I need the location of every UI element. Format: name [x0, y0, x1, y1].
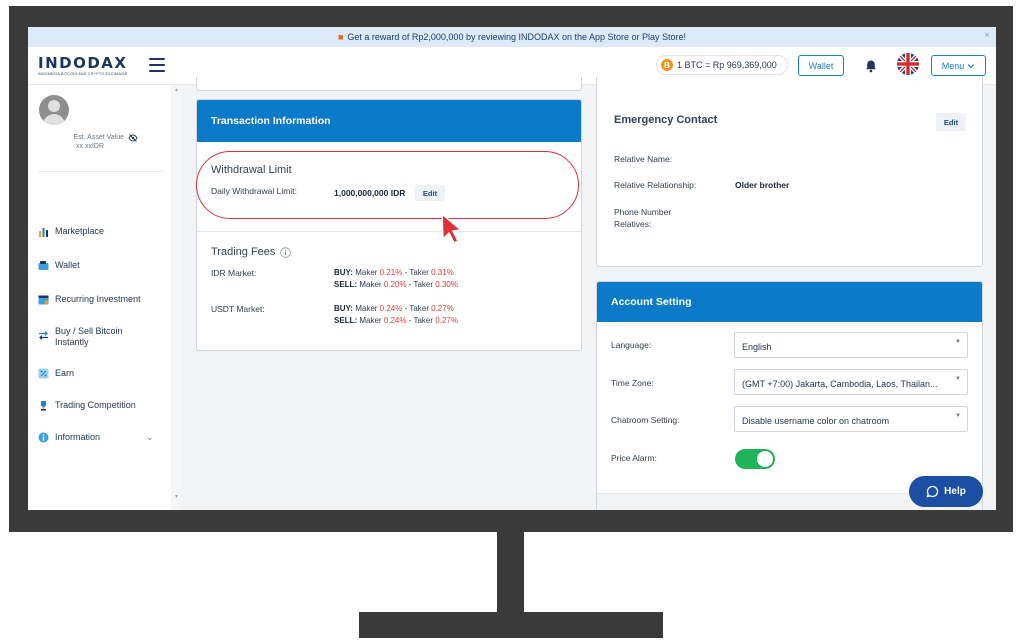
wallet-icon — [38, 261, 49, 270]
monitor-stand-base — [359, 612, 663, 638]
language-value: English — [742, 342, 772, 352]
divider — [197, 231, 581, 232]
sidebar-divider — [38, 171, 164, 172]
main-content: Transaction Information Withdrawal Limit… — [182, 77, 996, 510]
card-title: Transaction Information — [211, 115, 331, 127]
menu-button[interactable]: Menu — [931, 55, 986, 76]
chatroom-setting-select[interactable]: Disable username color on chatroom ▼ — [734, 406, 968, 432]
language-select[interactable]: English ▼ — [734, 332, 968, 358]
chatroom-setting-label: Chatroom Setting: — [611, 415, 680, 425]
trading-fees-title: Trading Fees — [211, 246, 292, 258]
time-zone-label: Time Zone: — [611, 378, 654, 388]
transaction-information-header: Transaction Information — [197, 100, 581, 142]
sidebar-item-buy-sell-bitcoin[interactable]: Buy / Sell Bitcoin Instantly — [38, 326, 168, 348]
sidebar-item-wallet[interactable]: Wallet — [38, 260, 168, 271]
emergency-contact-card: Emergency Contact Edit Relative Name: Re… — [596, 77, 983, 267]
language-label: Language: — [611, 340, 652, 350]
sidebar-item-information[interactable]: Information ⌄ — [38, 432, 168, 443]
avatar[interactable] — [39, 95, 69, 125]
usdt-buy-fees: BUY: Maker 0.24% - Taker 0.27% — [334, 304, 454, 313]
chevron-down-icon[interactable]: ⌄ — [146, 432, 154, 443]
bitcoin-icon: B — [661, 59, 673, 71]
idr-sell-fees: SELL: Maker 0.20% - Taker 0.30% — [334, 280, 458, 289]
idr-market-label: IDR Market: — [211, 268, 257, 278]
promo-bar[interactable]: ■ Get a reward of Rp2,000,000 by reviewi… — [28, 27, 996, 47]
dropdown-arrow-icon: ▼ — [955, 339, 961, 345]
calendar-icon — [38, 295, 49, 305]
promo-text[interactable]: Get a reward of Rp2,000,000 by reviewing… — [347, 32, 686, 42]
scroll-down-icon[interactable]: ▼ — [174, 494, 179, 500]
time-zone-select[interactable]: (GMT +7:00) Jakarta, Cambodia, Laos, Tha… — [734, 369, 968, 395]
idr-buy-fees: BUY: Maker 0.21% - Taker 0.31% — [334, 268, 454, 277]
sidebar-item-earn[interactable]: Earn — [38, 368, 168, 379]
screen: ■ Get a reward of Rp2,000,000 by reviewi… — [28, 27, 996, 510]
edit-emergency-contact-button[interactable]: Edit — [936, 113, 966, 131]
sidebar-item-label: Buy / Sell Bitcoin Instantly — [55, 326, 123, 347]
trading-fees-label: Trading Fees — [211, 246, 276, 258]
uk-flag-icon[interactable] — [897, 53, 919, 75]
info-icon — [38, 432, 49, 443]
trophy-icon — [41, 401, 46, 411]
sidebar-item-label: Earn — [55, 368, 75, 378]
menu-label: Menu — [941, 60, 965, 71]
dropdown-arrow-icon: ▼ — [955, 413, 961, 419]
asset-value-amount: xx.xxIDR — [76, 143, 104, 150]
wallet-button[interactable]: Wallet — [798, 55, 844, 76]
relative-relationship-value: Older brother — [735, 180, 790, 190]
time-zone-value: (GMT +7:00) Jakarta, Cambodia, Laos, Tha… — [742, 379, 938, 389]
sidebar-item-marketplace[interactable]: Marketplace — [38, 226, 168, 237]
emergency-contact-title: Emergency Contact — [614, 114, 718, 126]
btc-price-text: 1 BTC = Rp 969,369,000 — [677, 60, 777, 70]
btc-price-ticker: B 1 BTC = Rp 969,369,000 — [656, 55, 788, 75]
sidebar-item-recurring-investment[interactable]: Recurring Investment — [38, 294, 168, 305]
hamburger-icon[interactable] — [149, 58, 165, 72]
previous-card-bottom — [196, 77, 582, 91]
sidebar-item-trading-competition[interactable]: Trading Competition — [38, 400, 168, 411]
bell-icon[interactable] — [864, 59, 878, 73]
sidebar-scrollbar[interactable]: ▲ ▼ — [171, 85, 182, 510]
highlight-annotation — [196, 151, 579, 219]
monitor-stand-neck — [497, 532, 524, 612]
cursor-arrow-icon — [441, 213, 462, 244]
percent-icon — [38, 368, 49, 379]
chat-bubble-icon — [926, 485, 939, 498]
help-label: Help — [944, 486, 966, 497]
price-alarm-label: Price Alarm: — [611, 453, 657, 463]
help-button[interactable]: Help — [909, 476, 983, 507]
price-alarm-toggle[interactable] — [735, 449, 775, 469]
info-icon[interactable] — [280, 246, 292, 258]
asset-value-label: Est. Asset Value — [73, 134, 124, 141]
sidebar-item-label: Information — [55, 432, 101, 442]
logo[interactable]: INDODAX INDONESIA BITCOIN AND CRYPTO EXC… — [38, 54, 128, 77]
sidebar: ▲ ▼ Est. Asset Value xx.xxIDR Marketplac… — [28, 85, 182, 510]
gift-icon: ■ — [337, 32, 344, 42]
sidebar-item-label: Marketplace — [55, 226, 105, 236]
logo-tagline: INDONESIA BITCOIN AND CRYPTO EXCHANGE — [38, 72, 128, 76]
eye-off-icon[interactable] — [128, 133, 138, 142]
transaction-information-card: Transaction Information Withdrawal Limit… — [196, 99, 582, 351]
logo-text: INDODAX — [38, 54, 128, 72]
swap-icon — [39, 331, 48, 340]
sidebar-item-label: Trading Competition — [55, 400, 136, 410]
sidebar-item-label: Wallet — [55, 260, 80, 270]
chart-bar-icon — [39, 228, 48, 237]
scroll-up-icon[interactable]: ▲ — [174, 87, 179, 93]
chevron-down-icon — [967, 63, 975, 68]
usdt-sell-fees: SELL: Maker 0.24% - Taker 0.27% — [334, 316, 458, 325]
dropdown-arrow-icon: ▼ — [955, 376, 961, 382]
card-title: Account Setting — [611, 296, 692, 308]
relative-name-label: Relative Name: — [614, 154, 673, 164]
asset-value-block: Est. Asset Value xx.xxIDR — [48, 133, 148, 151]
chatroom-setting-value: Disable username color on chatroom — [742, 416, 890, 426]
close-icon[interactable]: × — [984, 30, 990, 41]
sidebar-item-label: Recurring Investment — [55, 294, 141, 304]
account-setting-header: Account Setting — [597, 282, 982, 322]
phone-number-label: Phone Number Relatives: — [614, 207, 672, 229]
relative-relationship-label: Relative Relationship: — [614, 180, 697, 190]
usdt-market-label: USDT Market: — [211, 304, 265, 314]
